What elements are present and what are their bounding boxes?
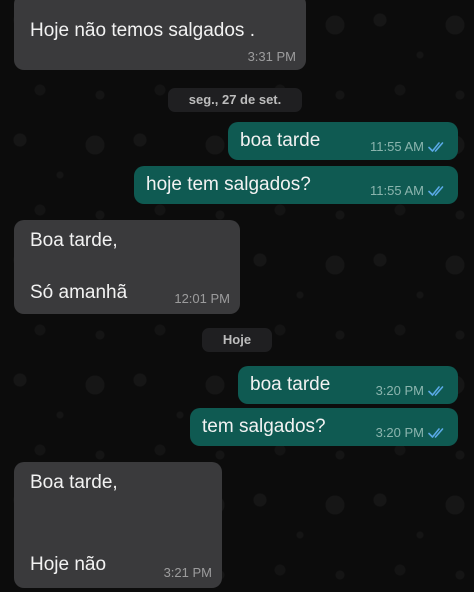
message-incoming[interactable]: Boa tarde, Hoje não 3:21 PM (14, 462, 222, 588)
double-check-icon (428, 185, 444, 196)
message-time-label: 12:01 PM (174, 291, 230, 306)
double-check-icon (428, 141, 444, 152)
message-time: 11:55 AM (370, 183, 448, 198)
message-incoming[interactable]: Hoje não temos salgados . 3:31 PM (14, 0, 306, 70)
message-time: 11:55 AM (370, 139, 448, 154)
message-time: 12:01 PM (174, 291, 230, 306)
message-time-label: 11:55 AM (370, 183, 424, 198)
message-text: boa tarde (250, 374, 331, 395)
message-outgoing[interactable]: tem salgados? 3:20 PM (190, 408, 458, 446)
message-text: tem salgados? (202, 416, 326, 437)
message-text-line: Boa tarde, (30, 230, 118, 251)
date-separator: seg., 27 de set. (168, 88, 302, 112)
message-text-line: Boa tarde, (30, 472, 118, 493)
chat-thread[interactable]: Hoje não temos salgados . 3:31 PM seg., … (0, 0, 474, 592)
message-time: 3:31 PM (248, 49, 296, 64)
double-check-icon (428, 385, 444, 396)
message-time: 3:21 PM (164, 565, 212, 580)
message-text: Hoje não temos salgados . (30, 20, 255, 41)
message-text-line: Só amanhã (30, 282, 128, 303)
message-time-label: 3:20 PM (375, 383, 424, 398)
double-check-icon (428, 427, 444, 438)
message-time-label: 3:20 PM (375, 425, 424, 440)
message-outgoing[interactable]: hoje tem salgados? 11:55 AM (134, 166, 458, 204)
message-text: boa tarde (240, 130, 321, 151)
message-time-label: 11:55 AM (370, 139, 424, 154)
message-outgoing[interactable]: boa tarde 3:20 PM (238, 366, 458, 404)
message-time: 3:20 PM (376, 383, 448, 398)
message-time-label: 3:21 PM (163, 565, 212, 580)
message-outgoing[interactable]: boa tarde 11:55 AM (228, 122, 458, 160)
message-text: hoje tem salgados? (146, 174, 311, 195)
message-time: 3:20 PM (376, 425, 448, 440)
message-text-line: Hoje não (30, 554, 107, 575)
message-time-label: 3:31 PM (247, 49, 296, 64)
message-incoming[interactable]: Boa tarde, Só amanhã 12:01 PM (14, 220, 240, 314)
date-separator: Hoje (202, 328, 272, 352)
